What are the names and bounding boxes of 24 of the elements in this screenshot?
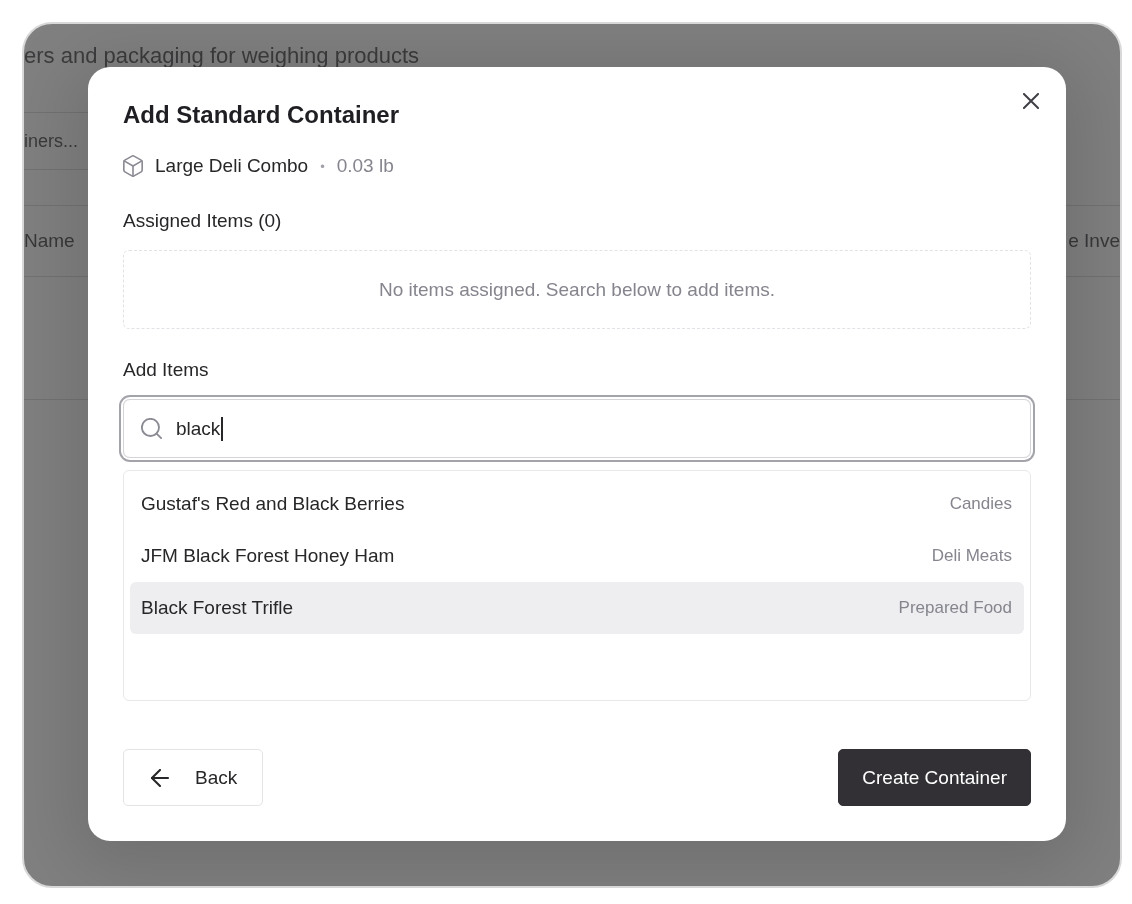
cube-icon [123,155,143,177]
close-button[interactable] [1021,91,1041,111]
column-header: e Inve [1068,230,1120,252]
back-button[interactable]: Back [123,749,264,806]
container-name: Large Deli Combo [155,155,309,177]
item-name: Black Forest Trifle [141,597,294,619]
item-category: Deli Meats [931,546,1012,566]
create-button[interactable]: Create Container [838,749,1031,806]
section-label: Assigned Items (0) [123,209,282,233]
close-icon [1023,93,1039,109]
result-row[interactable]: Black Forest Trifle Prepared Food [130,582,1024,634]
column-header: Name [24,230,75,252]
page-subtitle: ers and packaging for weighing products [24,45,420,67]
separator: • [320,158,325,174]
item-category: Prepared Food [898,598,1012,618]
section-label: Add Items [123,358,209,382]
item-name: JFM Black Forest Honey Ham [141,545,395,567]
item-name: Gustaf's Red and Black Berries [141,493,405,515]
empty-message: No items assigned. Search below to add items. [379,278,775,301]
text-cursor-icon [221,416,223,441]
search-icon [141,418,162,439]
container-weight: 0.03 lb [336,155,394,177]
dialog-title: Add Standard Container [123,100,399,130]
item-category: Candies [949,494,1012,514]
